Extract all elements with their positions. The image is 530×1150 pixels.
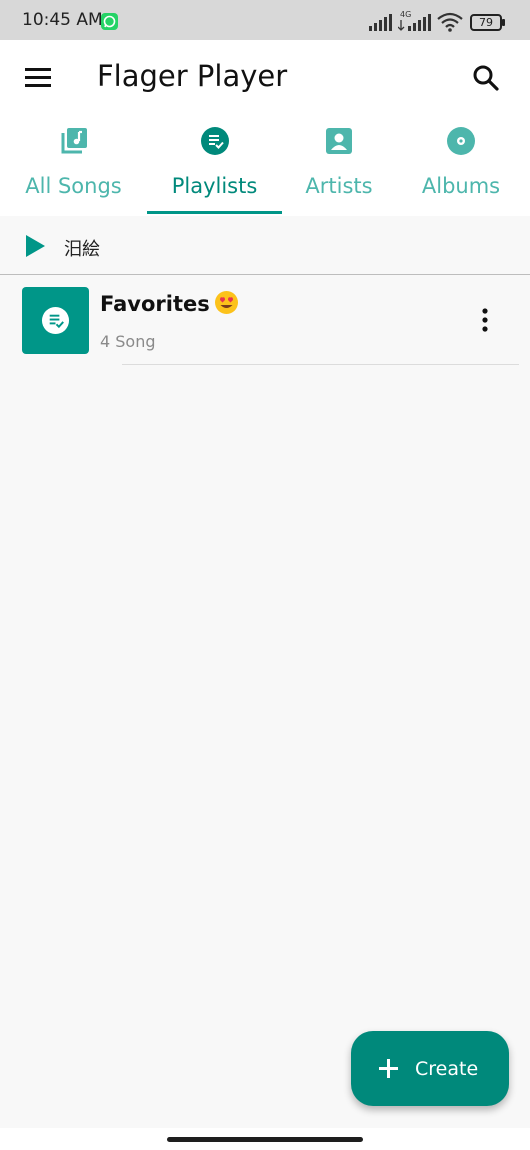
create-button-label: Create bbox=[415, 1058, 479, 1080]
tab-label: Artists bbox=[305, 174, 373, 198]
play-icon bbox=[24, 234, 46, 258]
tab-label: Playlists bbox=[171, 174, 258, 198]
battery-icon: 79 bbox=[470, 14, 505, 31]
playlist-check-icon bbox=[200, 126, 230, 156]
playlist-check-icon bbox=[41, 306, 70, 335]
app-title: Flager Player bbox=[97, 59, 288, 93]
tab-label: Albums bbox=[421, 174, 501, 198]
tab-label: All Songs bbox=[25, 174, 122, 198]
tab-albums[interactable]: Albums bbox=[410, 116, 512, 216]
plus-icon bbox=[378, 1058, 399, 1079]
whatsapp-icon bbox=[101, 13, 118, 30]
signal-4g-icon bbox=[398, 14, 431, 31]
disc-icon bbox=[446, 126, 476, 156]
tab-artists[interactable]: Artists bbox=[290, 116, 388, 216]
status-time: 10:45 AM bbox=[22, 10, 103, 30]
system-navigation-bar bbox=[0, 1128, 530, 1150]
search-icon[interactable] bbox=[470, 62, 502, 94]
more-options-icon[interactable] bbox=[472, 306, 498, 334]
playlist-item[interactable]: Favorites 4 Song bbox=[0, 276, 530, 366]
playlist-name: Favorites bbox=[100, 292, 210, 316]
wifi-icon bbox=[437, 12, 463, 32]
list-divider bbox=[122, 364, 519, 365]
status-bar: 10:45 AM 4G 79 bbox=[0, 0, 530, 40]
menu-icon[interactable] bbox=[22, 64, 54, 92]
tab-indicator bbox=[147, 211, 282, 214]
playlist-thumbnail bbox=[22, 287, 89, 354]
playlist-name-row: Favorites bbox=[100, 290, 239, 316]
tab-bar: All Songs Playlists Artists Albums bbox=[0, 116, 530, 216]
signal-icon bbox=[369, 14, 392, 31]
create-playlist-button[interactable]: Create bbox=[351, 1031, 509, 1106]
play-all-label: 汨絵 bbox=[64, 239, 100, 260]
person-box-icon bbox=[324, 126, 354, 156]
library-music-icon bbox=[59, 126, 89, 156]
heart-eyes-emoji-icon bbox=[214, 290, 239, 315]
app-bar: Flager Player bbox=[0, 40, 530, 116]
tab-all-songs[interactable]: All Songs bbox=[13, 116, 134, 216]
play-all-row[interactable]: 汨絵 bbox=[0, 216, 530, 275]
playlist-song-count: 4 Song bbox=[100, 332, 156, 351]
home-indicator[interactable] bbox=[167, 1137, 363, 1142]
tab-playlists[interactable]: Playlists bbox=[147, 116, 282, 216]
